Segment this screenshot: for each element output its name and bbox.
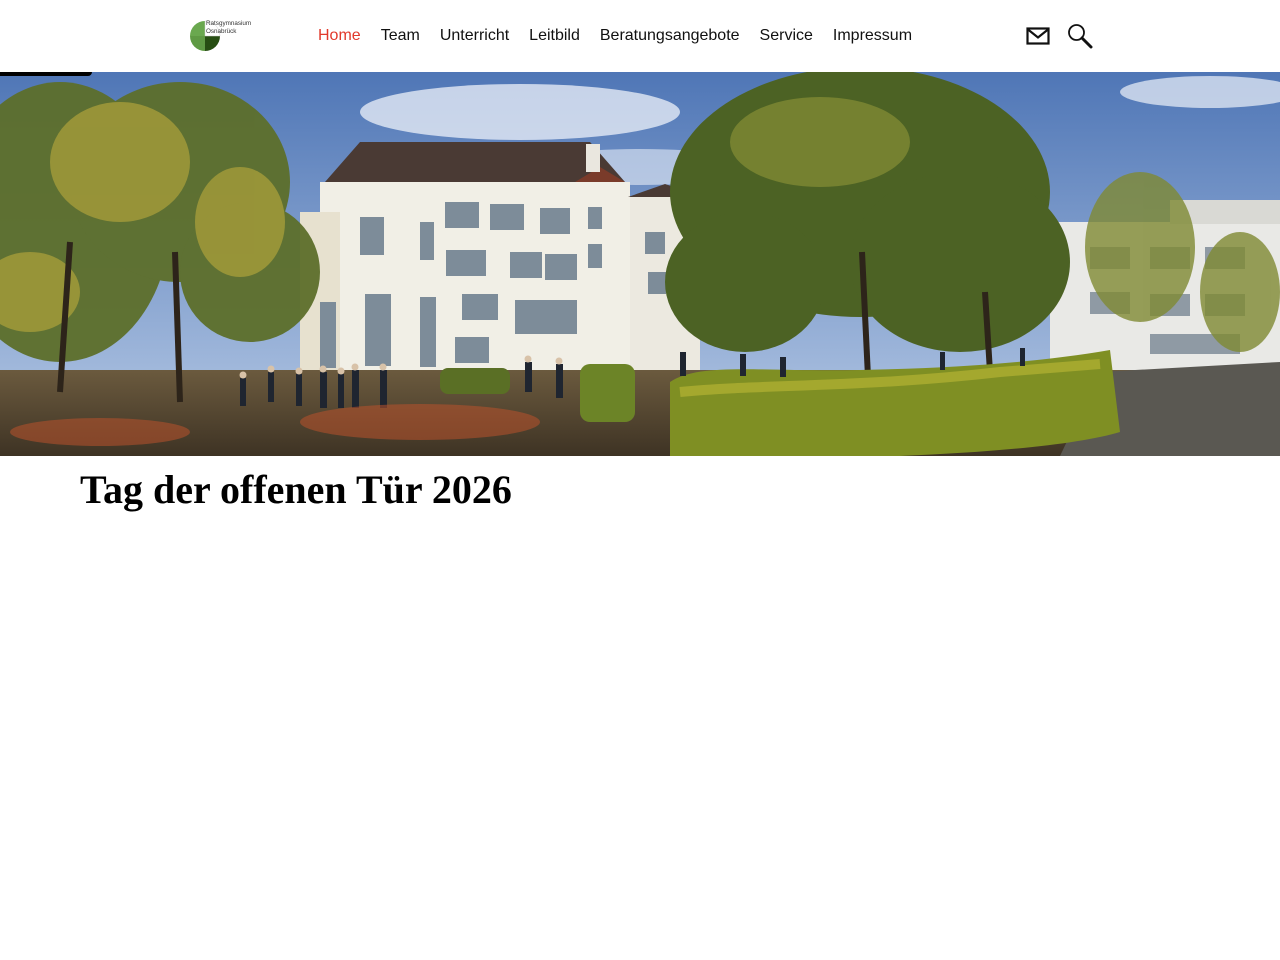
logo-line-2: Osnabrück bbox=[206, 27, 237, 35]
header-tools bbox=[1024, 22, 1094, 50]
nav-item-service: Service bbox=[750, 24, 823, 48]
nav-link-leitbild[interactable]: Leitbild bbox=[519, 24, 590, 48]
nav-link-unterricht[interactable]: Unterricht bbox=[430, 24, 519, 48]
logo-line-1: Ratsgymnasium bbox=[206, 20, 252, 27]
hero-school-photo bbox=[0, 72, 1280, 456]
hero-corner-tab bbox=[0, 72, 92, 76]
search-icon bbox=[1068, 24, 1093, 49]
nav-link-beratungsangebote[interactable]: Beratungsangebote bbox=[590, 24, 750, 48]
nav-link-home[interactable]: Home bbox=[308, 24, 371, 48]
main-navigation: Home Team Unterricht Leitbild Beratungsa… bbox=[308, 24, 922, 48]
nav-item-impressum: Impressum bbox=[823, 24, 922, 48]
nav-item-leitbild: Leitbild bbox=[519, 24, 590, 48]
nav-item-team: Team bbox=[371, 24, 430, 48]
logo-text: Ratsgymnasium Osnabrück bbox=[206, 20, 251, 35]
site-logo[interactable]: Ratsgymnasium Osnabrück bbox=[189, 18, 259, 54]
nav-link-team[interactable]: Team bbox=[371, 24, 430, 48]
search-button[interactable] bbox=[1066, 22, 1094, 50]
nav-item-unterricht: Unterricht bbox=[430, 24, 519, 48]
hero-banner bbox=[0, 72, 1280, 456]
nav-item-home: Home bbox=[308, 24, 371, 48]
nav-link-impressum[interactable]: Impressum bbox=[823, 24, 922, 48]
nav-link-service[interactable]: Service bbox=[750, 24, 823, 48]
page-title: Tag der offenen Tür 2026 bbox=[80, 467, 512, 512]
mail-button[interactable] bbox=[1024, 22, 1052, 50]
site-header: Ratsgymnasium Osnabrück Home Team Unterr… bbox=[0, 0, 1280, 72]
mail-icon bbox=[1026, 27, 1050, 45]
nav-item-beratungsangebote: Beratungsangebote bbox=[590, 24, 750, 48]
